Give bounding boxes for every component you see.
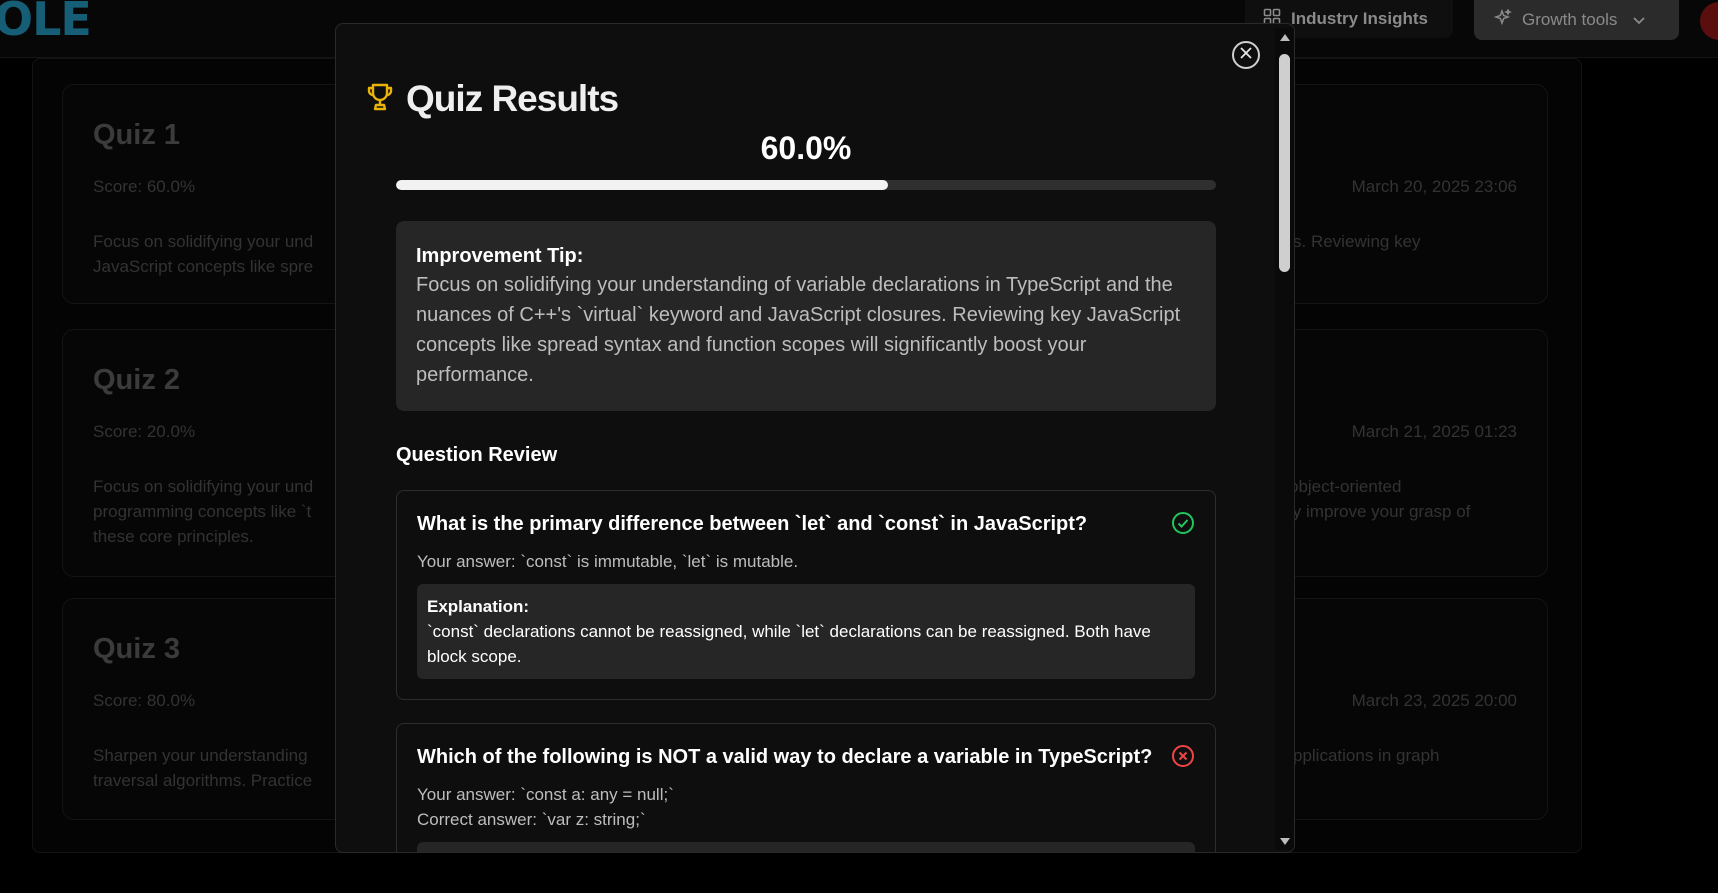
scroll-down-arrow-icon[interactable] [1280,838,1290,845]
score-percentage: 60.0% [760,130,852,166]
close-icon [1239,46,1253,65]
quiz-title: Quiz 3 [93,633,181,665]
close-button[interactable] [1232,41,1260,69]
chevron-down-icon [1633,13,1646,28]
improvement-tip-box: Improvement Tip: Focus on solidifying yo… [396,221,1216,411]
modal-scrollbar[interactable] [1275,28,1294,850]
quiz-tip-line: s. Reviewing key [1293,232,1421,251]
industry-insights-label: Industry Insights [1291,9,1428,28]
explanation-text: `const` declarations cannot be reassigne… [427,622,1151,666]
quiz-date: March 23, 2025 20:00 [1351,691,1517,710]
your-answer: Your answer: `const a: any = null;` [417,785,674,804]
improvement-tip-title: Improvement Tip: [416,245,584,267]
improvement-tip-text: Focus on solidifying your understanding … [416,274,1181,386]
quiz-date: March 21, 2025 01:23 [1351,422,1517,441]
check-circle-icon [1171,511,1195,535]
modal-title: Quiz Results [406,78,619,119]
question-card: Which of the following is NOT a valid wa… [396,723,1216,852]
quiz-tip-line: object-oriented [1289,477,1402,496]
modal-heading: Quiz Results [366,78,619,120]
quiz-title: Quiz 1 [93,119,181,151]
scroll-thumb[interactable] [1279,54,1290,272]
quiz-tip-line: ly improve your grasp of [1289,502,1471,521]
scroll-up-arrow-icon[interactable] [1280,34,1290,41]
quiz-title: Quiz 2 [93,364,181,396]
avatar[interactable] [1700,2,1718,40]
question-review-heading: Question Review [396,444,558,466]
growth-tools-dropdown[interactable]: Growth tools [1474,0,1679,40]
sparkles-icon [1493,7,1512,32]
quiz-score: Score: 80.0% [93,691,196,710]
quiz-tip-line: pplications in graph [1293,746,1440,765]
quiz-date: March 20, 2025 23:06 [1351,177,1517,196]
question-text: Which of the following is NOT a valid wa… [417,746,1153,768]
explanation-box [417,842,1195,852]
explanation-title: Explanation: [427,597,530,616]
question-text: What is the primary difference between `… [417,513,1088,535]
score-progress-bar [396,180,1216,190]
trophy-icon [366,82,394,117]
x-circle-icon [1171,744,1195,768]
question-card: What is the primary difference between `… [396,490,1216,700]
quiz-results-modal: Quiz Results 60.0% Improvement Tip: Focu… [335,23,1295,853]
quiz-score: Score: 20.0% [93,422,196,441]
quiz-score: Score: 60.0% [93,177,196,196]
growth-tools-label: Growth tools [1522,10,1618,29]
app-logo[interactable]: OLE [0,0,92,46]
correct-answer: Correct answer: `var z: string;` [417,810,646,829]
score-progress-fill [396,180,888,190]
explanation-box: Explanation: `const` declarations cannot… [417,584,1195,679]
your-answer: Your answer: `const` is immutable, `let`… [417,552,799,571]
